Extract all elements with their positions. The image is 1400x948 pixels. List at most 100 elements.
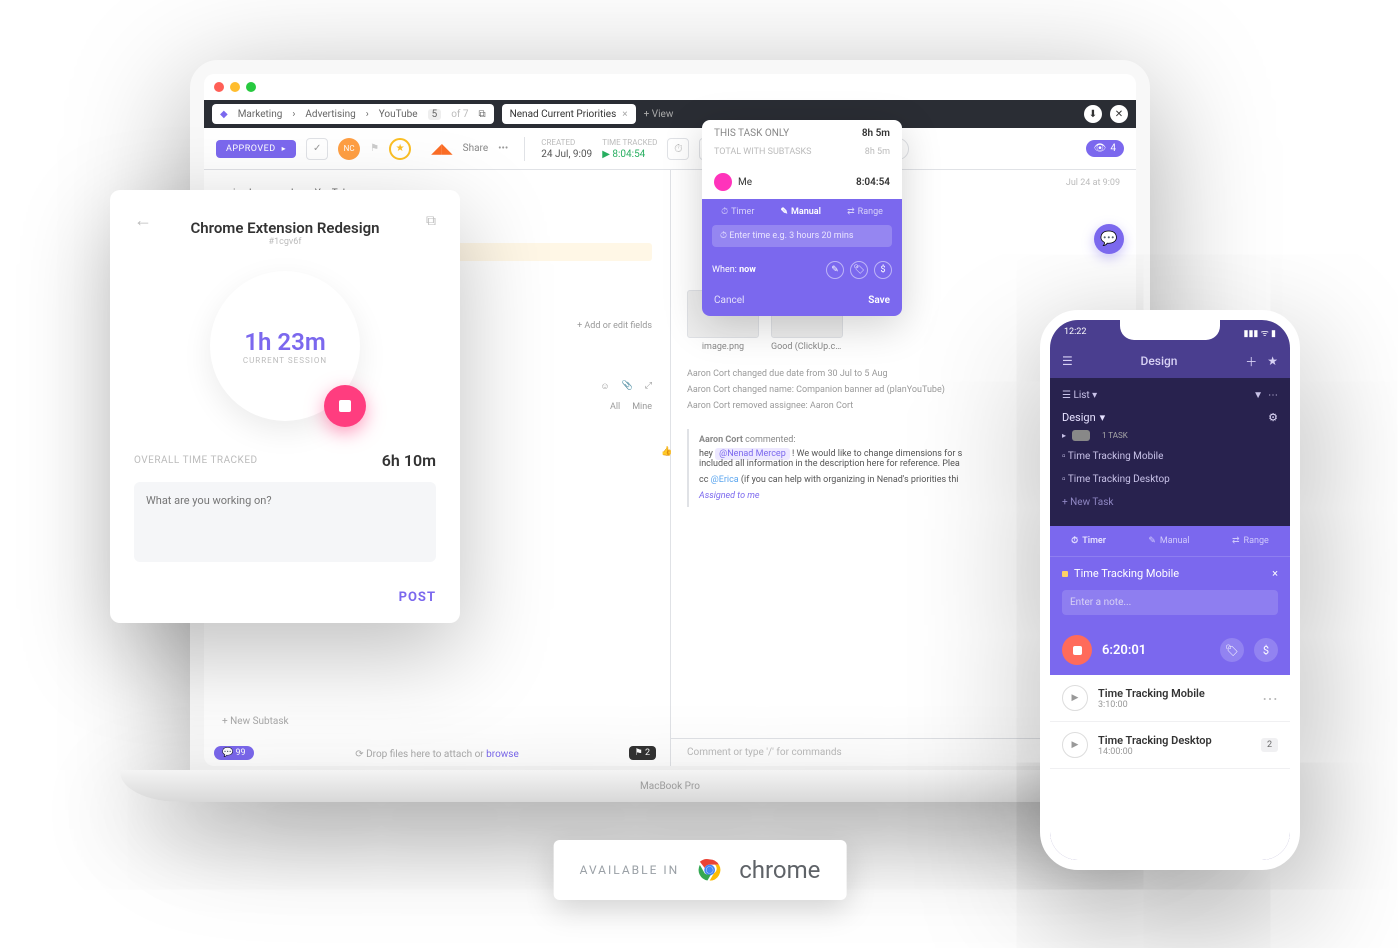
close-dot[interactable] (214, 82, 224, 92)
add-icon[interactable]: ＋ (1245, 353, 1257, 370)
popover-editor: ⏱ Timer ✎ Manual ⇄ Range ⏱ Enter time e.… (702, 199, 902, 316)
list-item[interactable]: ▫ Time Tracking Mobile (1062, 445, 1278, 468)
download-icon[interactable]: ⬇ (1084, 105, 1102, 123)
view-switcher[interactable]: ☰ List ▾ (1062, 390, 1097, 401)
back-arrow-icon[interactable]: ← (134, 210, 152, 231)
clip-icon[interactable]: 📎 (622, 381, 633, 392)
popover-task-only: THIS TASK ONLY 8h 5m (702, 120, 902, 147)
tracked-block[interactable]: TIME TRACKED ▶ 8:04:54 (602, 138, 657, 160)
chat-fab[interactable]: 💬 (1094, 224, 1124, 254)
group-status-pill[interactable] (1072, 430, 1090, 441)
popover-cancel[interactable]: Cancel (714, 295, 744, 306)
complete-checkbox[interactable]: ✓ (306, 138, 328, 160)
mention[interactable]: @Erica (711, 475, 739, 485)
smile-icon[interactable]: ☺ (600, 381, 609, 392)
watchers-badge[interactable]: 👁 4 (1086, 140, 1124, 157)
phone-status-icons: ▮▮▮ ᯤ ▮ (1244, 326, 1277, 339)
tag-icon[interactable]: 🏷 (1220, 638, 1244, 662)
list-section-header[interactable]: Design ▾ ⚙ (1062, 411, 1278, 424)
breadcrumb-space: Marketing (234, 109, 287, 120)
browse-link[interactable]: browse (486, 749, 519, 760)
right-counter-badge[interactable]: ⚑ 2 (629, 746, 656, 760)
menu-icon[interactable]: ☰ (1062, 354, 1073, 368)
star-icon[interactable]: ★ (1267, 354, 1278, 368)
filter-icon[interactable]: ▼ (1253, 390, 1263, 401)
more-icon[interactable]: ⋯ (1262, 689, 1278, 708)
overall-label: OVERALL TIME TRACKED (134, 455, 258, 466)
time-entry-row[interactable]: ▶ Time Tracking Mobile 3:10:00 ⋯ (1050, 675, 1290, 722)
chrome-badge: AVAILABLE IN chrome (554, 840, 847, 900)
phone-note-input[interactable] (1062, 590, 1278, 615)
phone-clock: 12:22 (1064, 327, 1086, 337)
breadcrumb[interactable]: ◆ Marketing› Advertising› YouTube 5 of 7… (212, 104, 494, 124)
clickup-logo-icon: ◆ (220, 109, 228, 120)
overall-tracked-row: OVERALL TIME TRACKED 6h 10m (134, 451, 436, 470)
estimate-icon[interactable]: ⏱ (667, 138, 689, 160)
maximize-dot[interactable] (246, 82, 256, 92)
stop-button[interactable] (1062, 635, 1092, 665)
bookmark-icon[interactable]: ★ (389, 138, 411, 160)
clear-task-icon[interactable]: × (1272, 567, 1278, 580)
note-textarea[interactable] (134, 482, 436, 562)
close-panel-icon[interactable]: ✕ (1110, 105, 1128, 123)
phone-tab-timer[interactable]: ⏱ Timer (1071, 536, 1106, 546)
add-view-button[interactable]: + View (644, 109, 674, 120)
play-icon[interactable]: ▶ (1062, 685, 1088, 711)
list-item[interactable]: ▫ Time Tracking Desktop (1062, 468, 1278, 491)
expand-icon[interactable]: ⤢ (645, 381, 652, 392)
post-button[interactable]: POST (399, 590, 436, 605)
filter-mine[interactable]: Mine (632, 402, 652, 412)
phone-frame: 12:22 ▮▮▮ ᯤ ▮ ☰ Design ＋★ ☰ List ▾ ▼ ⋯ D… (1040, 310, 1300, 870)
play-icon[interactable]: ▶ (1062, 732, 1088, 758)
minimize-dot[interactable] (230, 82, 240, 92)
collapse-icon[interactable]: ▸ (1062, 431, 1066, 440)
time-entry-row[interactable]: ▶ Time Tracking Desktop 14:00:00 2 (1050, 722, 1290, 769)
phone-tab-manual[interactable]: ✎ Manual (1148, 536, 1189, 546)
task-count-pill: 1 TASK (1096, 430, 1134, 441)
entry-count-badge: 2 (1261, 738, 1278, 752)
share-button[interactable]: Share (463, 143, 488, 154)
phone-screen: 12:22 ▮▮▮ ᯤ ▮ ☰ Design ＋★ ☰ List ▾ ▼ ⋯ D… (1050, 320, 1290, 860)
upload-icon: ⟳ (355, 749, 363, 760)
tag-icon[interactable]: 🏷 (850, 261, 868, 279)
status-pill[interactable]: APPROVED (216, 140, 296, 158)
comment-count-badge[interactable]: 💬 99 (214, 746, 254, 760)
view-tab-bar: ◆ Marketing› Advertising› YouTube 5 of 7… (204, 100, 1136, 128)
phone-running-timer: 6:20:01 🏷 $ (1050, 625, 1290, 675)
stop-icon (339, 400, 351, 412)
mention[interactable]: @Nenad Mercep (715, 448, 790, 460)
more-icon[interactable]: ⋯ (1268, 390, 1278, 401)
note-icon[interactable]: ✎ (826, 261, 844, 279)
thumb-up-icon[interactable]: 👍 (661, 447, 672, 457)
new-subtask-button[interactable]: + New Subtask (222, 710, 652, 733)
gitlab-icon[interactable]: ◢◣ (431, 141, 453, 157)
open-icon[interactable]: ⧉ (478, 109, 485, 120)
running-time: 6:20:01 (1102, 643, 1210, 658)
popover-subtasks: TOTAL WITH SUBTASKS 8h 5m (702, 147, 902, 165)
open-external-icon[interactable]: ⧉ (426, 213, 436, 229)
phone-tab-range[interactable]: ⇄ Range (1232, 536, 1269, 546)
phone-active-task[interactable]: Time Tracking Mobile × (1050, 557, 1290, 590)
assignee-avatar[interactable]: NC (338, 138, 360, 160)
session-timer: 1h 23m CURRENT SESSION (210, 271, 360, 421)
breadcrumb-of: of 7 (447, 109, 472, 120)
avatar (714, 173, 732, 191)
popover-tab-range[interactable]: ⇄ Range (847, 207, 883, 217)
new-task-button[interactable]: + New Task (1062, 491, 1278, 514)
billable-icon[interactable]: $ (874, 261, 892, 279)
popover-me-row: Me 8:04:54 (702, 165, 902, 199)
popover-save[interactable]: Save (868, 295, 890, 306)
priority-flag-icon[interactable]: ⚑ (370, 143, 379, 154)
attachment-dropzone[interactable]: ⟳ Drop files here to attach or browse (222, 743, 652, 766)
tab-priorities[interactable]: Nenad Current Priorities × (502, 104, 636, 124)
popover-time-input[interactable]: ⏱ Enter time e.g. 3 hours 20 mins (712, 225, 892, 247)
gear-icon[interactable]: ⚙ (1268, 411, 1278, 424)
more-icon[interactable]: ••• (498, 143, 508, 154)
available-in-label: AVAILABLE IN (580, 863, 680, 877)
popover-tab-manual[interactable]: ✎ Manual (781, 207, 821, 217)
popover-tab-timer[interactable]: ⏱ Timer (721, 207, 754, 217)
close-icon[interactable]: × (622, 109, 627, 120)
billable-icon[interactable]: $ (1254, 638, 1278, 662)
stop-timer-button[interactable] (324, 385, 366, 427)
filter-all[interactable]: All (610, 402, 620, 412)
